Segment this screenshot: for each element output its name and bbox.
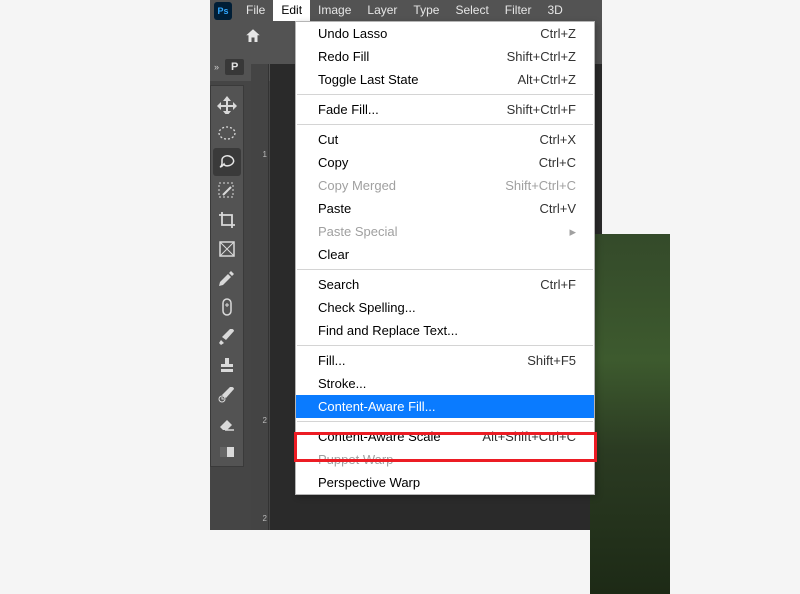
menu-item-redo-fill[interactable]: Redo FillShift+Ctrl+Z <box>296 45 594 68</box>
menu-item-undo-lasso[interactable]: Undo LassoCtrl+Z <box>296 22 594 45</box>
move-icon[interactable] <box>213 90 241 118</box>
toolbox <box>210 85 244 467</box>
menu-image[interactable]: Image <box>310 0 359 21</box>
menu-item-search[interactable]: SearchCtrl+F <box>296 273 594 296</box>
photoshop-window: Ps FileEditImageLayerTypeSelectFilter3D … <box>210 0 602 530</box>
menu-3d[interactable]: 3D <box>539 0 570 21</box>
menu-item-clear[interactable]: Clear <box>296 243 594 266</box>
menu-item-content-aware-scale[interactable]: Content-Aware ScaleAlt+Shift+Ctrl+C <box>296 425 594 448</box>
chevrons-icon: » <box>214 62 219 72</box>
menu-item-paste-special: Paste Special▸ <box>296 220 594 243</box>
ps-logo-icon: Ps <box>214 2 232 20</box>
lasso-preset-label[interactable]: P <box>225 59 244 75</box>
marquee-ellipse-icon[interactable] <box>213 119 241 147</box>
menu-item-puppet-warp: Puppet Warp <box>296 448 594 471</box>
home-strip <box>210 21 296 53</box>
lasso-icon[interactable] <box>213 148 241 176</box>
menu-filter[interactable]: Filter <box>497 0 540 21</box>
menu-item-fade-fill[interactable]: Fade Fill...Shift+Ctrl+F <box>296 98 594 121</box>
menu-bar: Ps FileEditImageLayerTypeSelectFilter3D <box>210 0 602 21</box>
menu-item-cut[interactable]: CutCtrl+X <box>296 128 594 151</box>
menu-file[interactable]: File <box>238 0 273 21</box>
menu-item-paste[interactable]: PasteCtrl+V <box>296 197 594 220</box>
menu-item-stroke[interactable]: Stroke... <box>296 372 594 395</box>
gradient-icon[interactable] <box>213 438 241 466</box>
home-icon[interactable] <box>244 27 262 48</box>
menu-item-copy-merged: Copy MergedShift+Ctrl+C <box>296 174 594 197</box>
brush-icon[interactable] <box>213 322 241 350</box>
magic-wand-icon[interactable] <box>213 177 241 205</box>
ruler-tick: 2 <box>253 514 267 523</box>
edit-menu-dropdown: Undo LassoCtrl+ZRedo FillShift+Ctrl+ZTog… <box>295 21 595 495</box>
eyedropper-icon[interactable] <box>213 264 241 292</box>
menu-item-copy[interactable]: CopyCtrl+C <box>296 151 594 174</box>
ruler-tick: 2 <box>253 416 267 425</box>
document-image <box>590 234 670 594</box>
healing-brush-icon[interactable] <box>213 293 241 321</box>
crop-icon[interactable] <box>213 206 241 234</box>
eraser-icon[interactable] <box>213 409 241 437</box>
menu-item-toggle-last-state[interactable]: Toggle Last StateAlt+Ctrl+Z <box>296 68 594 91</box>
menu-item-fill[interactable]: Fill...Shift+F5 <box>296 349 594 372</box>
menu-item-find-and-replace-text[interactable]: Find and Replace Text... <box>296 319 594 342</box>
menu-item-content-aware-fill[interactable]: Content-Aware Fill... <box>296 395 594 418</box>
history-brush-icon[interactable] <box>213 380 241 408</box>
menu-select[interactable]: Select <box>447 0 496 21</box>
menu-type[interactable]: Type <box>405 0 447 21</box>
menu-layer[interactable]: Layer <box>359 0 405 21</box>
menu-item-check-spelling[interactable]: Check Spelling... <box>296 296 594 319</box>
ruler-tick: 1 <box>253 150 267 159</box>
frame-icon[interactable] <box>213 235 241 263</box>
vertical-ruler: 1 2 2 <box>251 64 269 530</box>
menu-edit[interactable]: Edit <box>273 0 310 21</box>
menu-item-perspective-warp[interactable]: Perspective Warp <box>296 471 594 494</box>
stamp-icon[interactable] <box>213 351 241 379</box>
